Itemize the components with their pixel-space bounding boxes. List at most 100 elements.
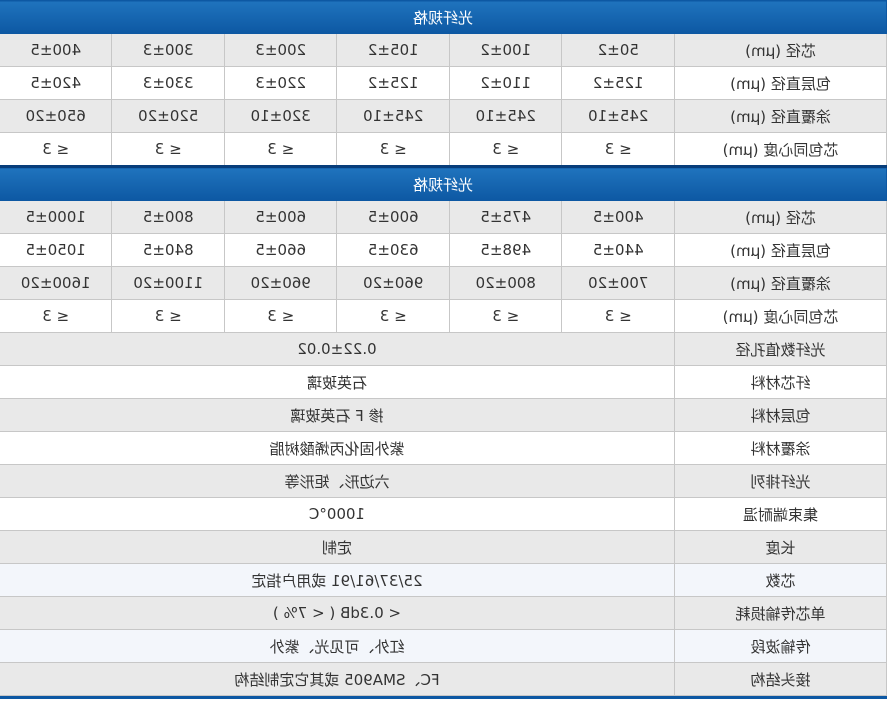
table-cell: 245±10 [562,99,675,133]
table-row: 芯包同心度 (μm) ≤ 3 ≤ 3 ≤ 3 ≤ 3 ≤ 3 ≤ 3 [0,132,887,167]
table-cell: 245±10 [449,99,562,133]
property-label: 光纤数值孔径 [674,332,887,366]
property-row: 单芯传输损耗 < 0.3dB ( < 7% ) [0,596,887,630]
section-1-title: 光纤规格 [0,0,887,34]
property-row: 光纤数值孔径 0.22±0.02 [0,332,887,366]
table-cell: ≤ 3 [562,132,675,167]
property-row: 光纤排列 六边形、矩形等 [0,464,887,498]
row-label: 包层直径 (μm) [674,233,887,267]
row-label: 芯径 (μm) [674,33,887,67]
table-cell: ≤ 3 [337,132,450,167]
table-cell: ≤ 3 [337,299,450,333]
table-cell: 660±5 [224,233,337,267]
table-cell: ≤ 3 [562,299,675,333]
property-row: 芯数 25/37/61/91 或用户指定 [0,563,887,597]
table-cell: 600±5 [337,200,450,234]
property-label: 芯数 [674,563,887,597]
property-label: 单芯传输损耗 [674,596,887,630]
table-cell: 630±5 [337,233,450,267]
table-cell: ≤ 3 [224,299,337,333]
property-value: < 0.3dB ( < 7% ) [0,596,675,630]
property-value: 紫外固化丙烯酸树脂 [0,431,675,465]
table-cell: ≤ 3 [0,132,112,167]
row-label: 芯包同心度 (μm) [674,132,887,167]
table-cell: 600±5 [224,200,337,234]
property-value: 0.22±0.02 [0,332,675,366]
table-cell: 125±2 [562,66,675,100]
property-value: 六边形、矩形等 [0,464,675,498]
table-cell: 440±5 [562,233,675,267]
table-cell: 800±5 [112,200,225,234]
property-row: 涂覆材料 紫外固化丙烯酸树脂 [0,431,887,465]
property-label: 包层材料 [674,398,887,432]
table-cell: 800±20 [449,266,562,300]
table-cell: 420±5 [0,66,112,100]
row-label: 芯包同心度 (μm) [674,299,887,333]
table-cell: 105±2 [337,33,450,67]
section-2-title: 光纤规格 [0,166,887,201]
property-label: 集束端耐温 [674,497,887,531]
property-label: 涂覆材料 [674,431,887,465]
table-row: 包层直径 (μm) 125±2 110±2 125±2 220±3 330±3 … [0,66,887,100]
table-cell: 320±10 [224,99,337,133]
property-value: 1000°C [0,497,675,531]
property-label: 接头结构 [674,662,887,696]
table-cell: 475±5 [449,200,562,234]
table-cell: 1050±5 [0,233,112,267]
row-label: 包层直径 (μm) [674,66,887,100]
property-value: 定制 [0,530,675,564]
table-cell: 1600±20 [0,266,112,300]
table-cell: ≤ 3 [112,132,225,167]
section-1-header-row: 光纤规格 [0,0,887,34]
property-value: 石英玻璃 [0,365,675,399]
table-cell: 400±5 [0,33,112,67]
table-cell: 200±3 [224,33,337,67]
property-row: 集束端耐温 1000°C [0,497,887,531]
property-value: 红外、可见光、紫外 [0,629,675,663]
property-row: 传输波段 红外、可见光、紫外 [0,629,887,663]
mirrored-spec-sheet: 光纤规格 芯径 (μm) 50±2 100±2 105±2 200±3 300±… [0,0,887,717]
table-cell: 1100±20 [112,266,225,300]
table-cell: 650±20 [0,99,112,133]
row-label: 涂覆直径 (μm) [674,266,887,300]
property-row: 接头结构 FC、SMA905 或其它定制结构 [0,662,887,696]
table-cell: ≤ 3 [224,132,337,167]
table-cell: 960±20 [224,266,337,300]
table-cell: 960±20 [337,266,450,300]
table-cell: 50±2 [562,33,675,67]
property-row: 长度 定制 [0,530,887,564]
table-cell: 110±2 [449,66,562,100]
table-cell: 100±2 [449,33,562,67]
table-cell: ≤ 3 [449,299,562,333]
table-cell: 245±10 [337,99,450,133]
fiber-spec-table: 光纤规格 芯径 (μm) 50±2 100±2 105±2 200±3 300±… [0,0,887,696]
row-label: 芯径 (μm) [674,200,887,234]
table-cell: 400±5 [562,200,675,234]
property-value: 25/37/61/91 或用户指定 [0,563,675,597]
table-row: 包层直径 (μm) 440±5 498±5 630±5 660±5 840±5 … [0,233,887,267]
table-cell: 498±5 [449,233,562,267]
property-label: 纤芯材料 [674,365,887,399]
table-row: 涂覆直径 (μm) 700±20 800±20 960±20 960±20 11… [0,266,887,300]
table-row: 芯径 (μm) 50±2 100±2 105±2 200±3 300±3 400… [0,33,887,67]
table-cell: 520±20 [112,99,225,133]
table-cell: 1000±5 [0,200,112,234]
table-cell: ≤ 3 [449,132,562,167]
table-cell: 300±3 [112,33,225,67]
table-row: 芯径 (μm) 400±5 475±5 600±5 600±5 800±5 10… [0,200,887,234]
property-label: 光纤排列 [674,464,887,498]
table-cell: 330±3 [112,66,225,100]
table-cell: 220±3 [224,66,337,100]
table-row: 涂覆直径 (μm) 245±10 245±10 245±10 320±10 52… [0,99,887,133]
table-cell: ≤ 3 [112,299,225,333]
table-cell: ≤ 3 [0,299,112,333]
property-row: 包层材料 掺 F 石英玻璃 [0,398,887,432]
property-row: 纤芯材料 石英玻璃 [0,365,887,399]
table-cell: 840±5 [112,233,225,267]
table-row: 芯包同心度 (μm) ≤ 3 ≤ 3 ≤ 3 ≤ 3 ≤ 3 ≤ 3 [0,299,887,333]
bottom-accent-bar [0,696,887,699]
property-value: FC、SMA905 或其它定制结构 [0,662,675,696]
table-cell: 125±2 [337,66,450,100]
property-value: 掺 F 石英玻璃 [0,398,675,432]
property-label: 长度 [674,530,887,564]
